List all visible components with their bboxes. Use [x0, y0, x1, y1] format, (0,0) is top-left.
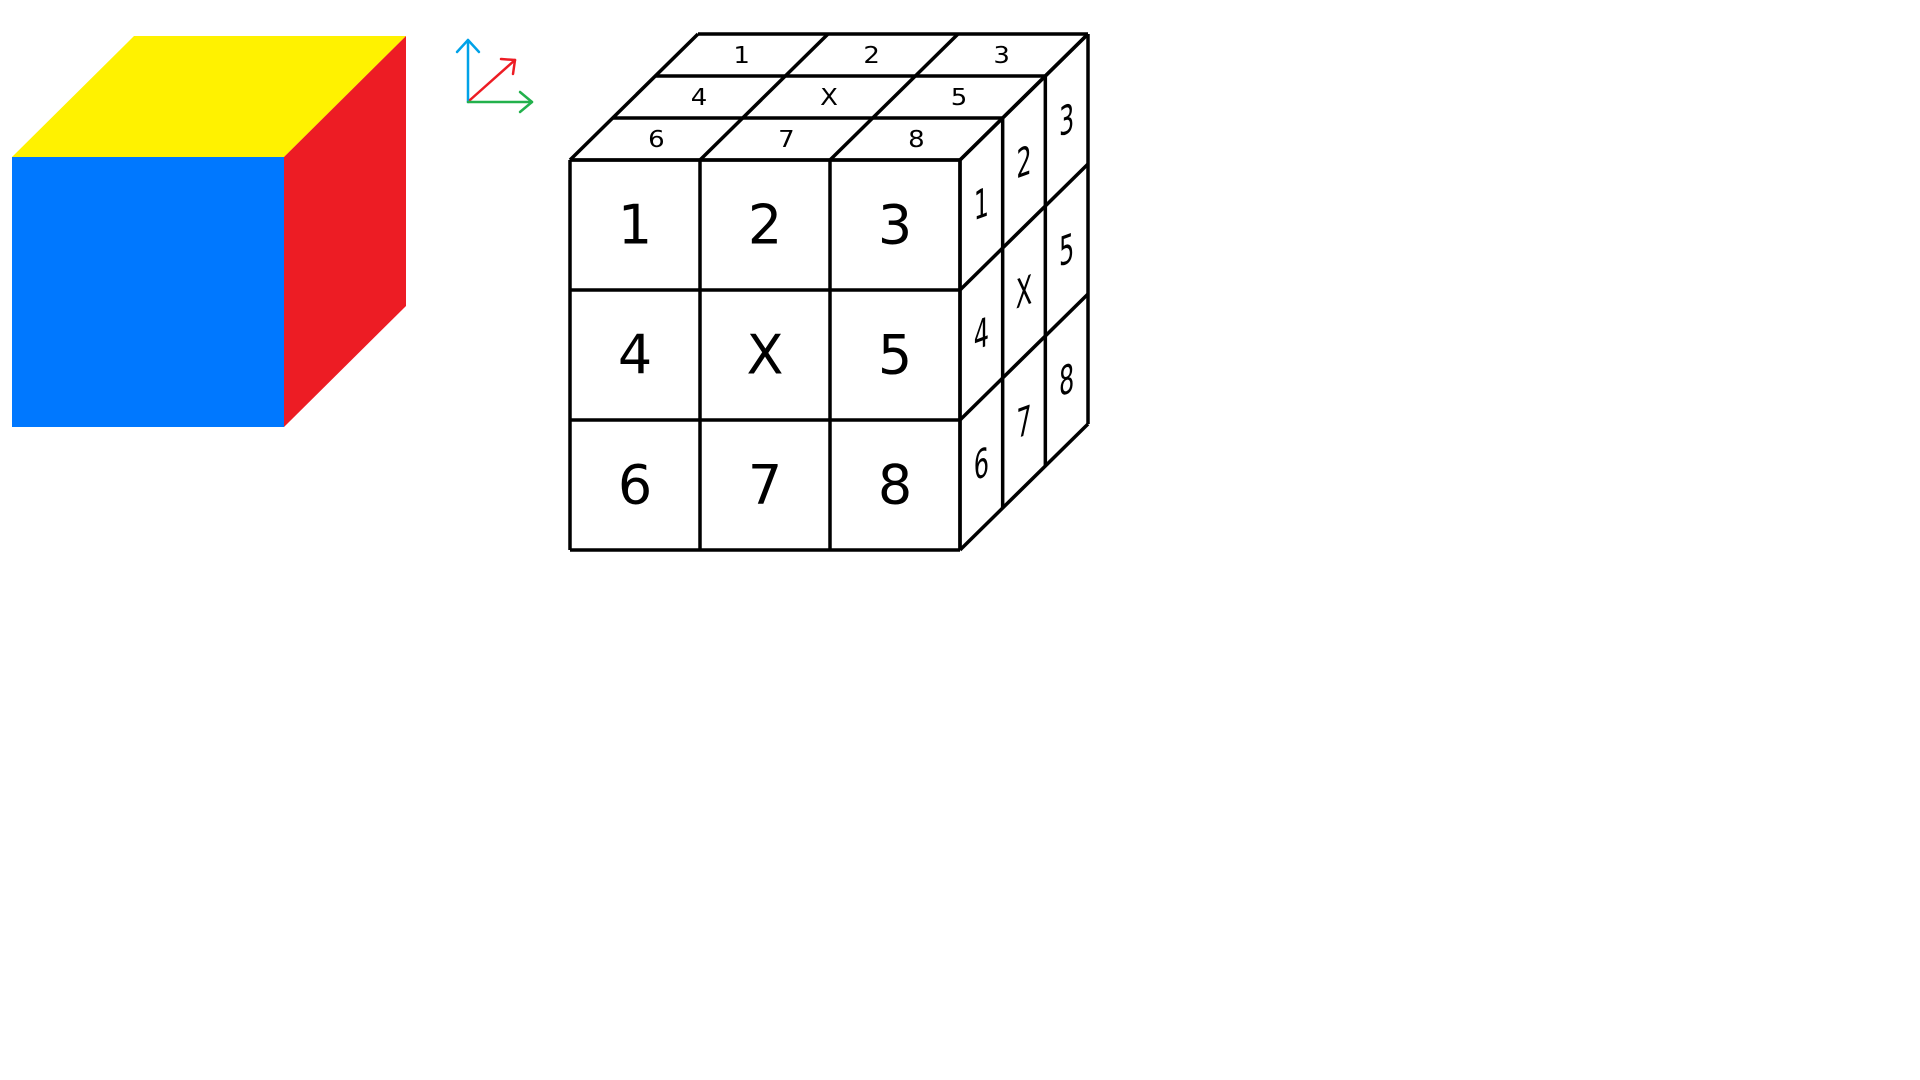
- front-cell-label: 3: [878, 194, 912, 257]
- cube-front-face: [12, 157, 284, 427]
- top-cell-label: 7: [778, 125, 795, 152]
- top-cell-label: 2: [863, 41, 880, 68]
- right-cell-label: X: [1016, 266, 1032, 318]
- front-cell-label: 5: [878, 324, 912, 387]
- diagram-canvas: 1 2 34 X 56 7 8 1 2 34 X 56 7 8 1234X5678: [12, 32, 1090, 552]
- right-cell-label: 3: [1059, 94, 1074, 146]
- right-cell-label: 7: [1016, 396, 1031, 448]
- front-cell-label: 4: [618, 324, 652, 387]
- top-cell-label: 4: [691, 83, 708, 110]
- colored-cube: [12, 36, 406, 427]
- right-cell-label: 6: [974, 438, 989, 490]
- front-cell-label: 7: [748, 454, 782, 517]
- right-cell-label: 5: [1059, 224, 1074, 276]
- front-cell-label: 6: [618, 454, 652, 517]
- top-cell-label: 8: [908, 125, 925, 152]
- numbered-cube-front-face: 1 2 3 4 X 5 6 7 8: [618, 194, 912, 517]
- numbered-cube-right-face: 123 4X5 678: [974, 94, 1075, 490]
- axes-legend: [455, 38, 534, 114]
- top-cell-label: 5: [951, 83, 968, 110]
- axis-right-arrow: [466, 90, 534, 114]
- top-cell-label: X: [820, 83, 838, 110]
- numbered-cube: 1 2 34 X 56 7 8 1 2 34 X 56 7 8 1234X5678: [568, 32, 1090, 552]
- top-cell-label: 1: [733, 41, 750, 68]
- axis-up-arrow: [455, 38, 481, 104]
- numbered-cube-top-face: 1 2 3 4 X 5 6 7 8: [648, 41, 1010, 152]
- right-cell-label: 2: [1016, 136, 1031, 188]
- right-cell-label: 1: [974, 178, 989, 230]
- top-cell-label: 3: [993, 41, 1010, 68]
- axis-diagonal-arrow: [468, 57, 517, 102]
- right-cell-label: 8: [1059, 354, 1074, 406]
- right-cell-label: 4: [974, 308, 989, 360]
- front-cell-label: X: [747, 324, 784, 387]
- front-cell-label: 8: [878, 454, 912, 517]
- front-cell-label: 2: [748, 194, 782, 257]
- front-cell-label: 1: [618, 194, 652, 257]
- top-cell-label: 6: [648, 125, 665, 152]
